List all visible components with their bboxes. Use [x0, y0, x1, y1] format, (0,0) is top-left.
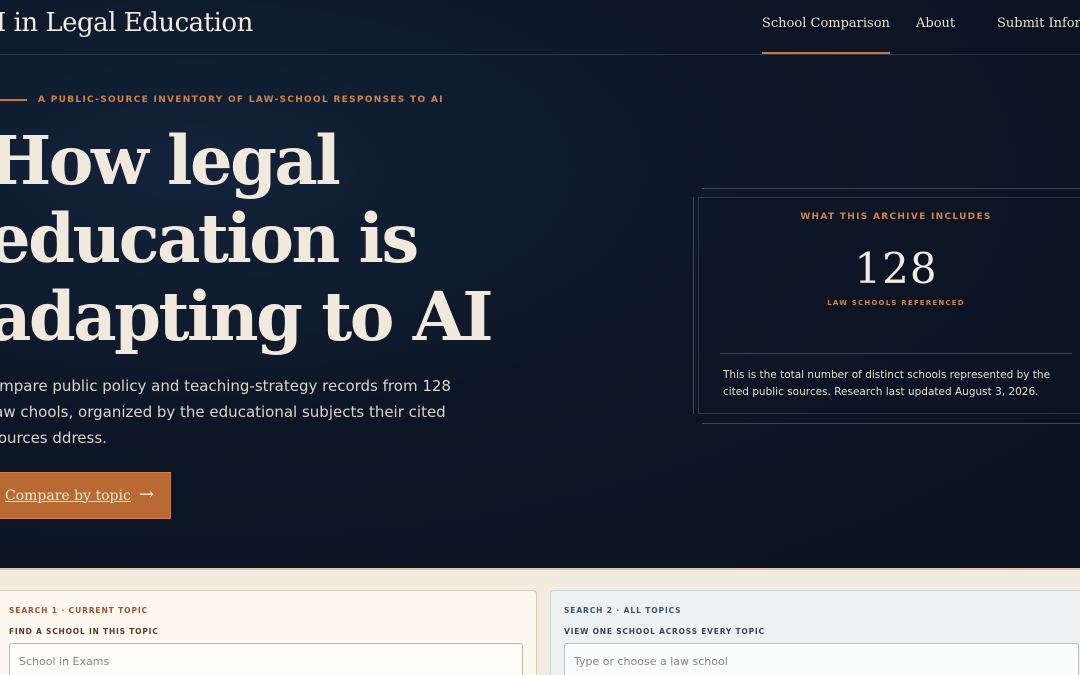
search1-label: FIND A SCHOOL IN THIS TOPIC: [9, 627, 159, 636]
search-panel-current-topic: SEARCH 1 · CURRENT TOPIC FIND A SCHOOL I…: [0, 590, 537, 675]
school-in-topic-search-input[interactable]: [9, 643, 523, 675]
hero-headline: How legal education is adapting to AI: [0, 122, 508, 356]
search2-eyebrow: SEARCH 2 · ALL TOPICS: [564, 606, 682, 615]
law-school-search-input[interactable]: [564, 643, 1079, 675]
arrow-right-icon: →: [138, 484, 154, 505]
nav-submit-information[interactable]: Submit Inform: [997, 16, 1080, 31]
search-panel-all-topics: SEARCH 2 · ALL TOPICS VIEW ONE SCHOOL AC…: [550, 590, 1080, 675]
stat-card-divider: [720, 353, 1072, 354]
stat-card-eyebrow: WHAT THIS ARCHIVE INCLUDES: [800, 212, 992, 222]
eyebrow-rule: [0, 99, 27, 101]
compare-by-topic-button[interactable]: Compare by topic →: [0, 472, 171, 519]
hero-lede: ompare public policy and teaching-strate…: [0, 377, 451, 447]
stat-card-bottom-rule: [702, 423, 1080, 424]
search1-eyebrow: SEARCH 1 · CURRENT TOPIC: [9, 606, 148, 615]
nav-school-comparison[interactable]: School Comparison: [762, 16, 890, 54]
top-navigation-bar: I in Legal Education School Comparison A…: [0, 0, 1080, 55]
site-brand[interactable]: I in Legal Education: [0, 8, 253, 38]
stat-card-top-rule: [702, 188, 1080, 189]
nav-about[interactable]: About: [916, 16, 955, 31]
search2-label: VIEW ONE SCHOOL ACROSS EVERY TOPIC: [564, 627, 765, 636]
stat-card-note: This is the total number of distinct sch…: [723, 369, 1051, 398]
headline-line-3: adapting to AI: [0, 277, 494, 356]
hero-eyebrow: A PUBLIC-SOURCE INVENTORY OF LAW-SCHOOL …: [38, 95, 444, 105]
stat-number: 128: [854, 244, 938, 293]
headline-line-2: education is: [0, 199, 419, 278]
headline-line-1: How legal: [0, 121, 341, 200]
cta-label: Compare by topic: [5, 487, 131, 504]
stat-sublabel: LAW SCHOOLS REFERENCED: [827, 299, 965, 307]
